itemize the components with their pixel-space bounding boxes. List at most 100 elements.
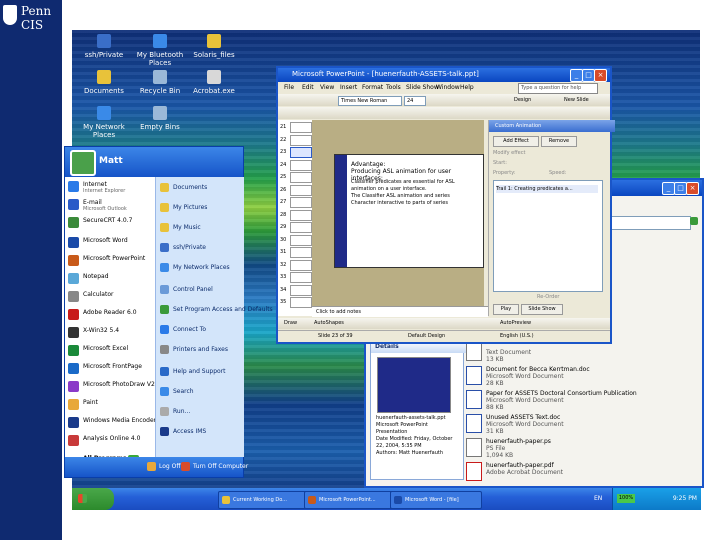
slide-thumbnail[interactable] <box>290 234 312 246</box>
slide-thumbnail[interactable] <box>290 297 312 308</box>
start-menu-place-item[interactable]: Control Panel <box>160 285 213 294</box>
word-icon <box>394 496 402 504</box>
program-icon <box>68 217 79 228</box>
desktop-icon[interactable]: Documents <box>74 70 134 95</box>
slide-thumbnail[interactable] <box>290 284 312 296</box>
file-item[interactable]: Text Document 13 KB <box>466 342 686 364</box>
desktop-icon[interactable]: Acrobat.exe <box>184 70 244 95</box>
close-button[interactable]: × <box>594 69 607 82</box>
file-item[interactable]: Document for Becca Kerrtman.doc Microsoft… <box>466 366 686 388</box>
program-icon <box>68 363 79 374</box>
clock[interactable]: 9:25 PM <box>673 495 697 502</box>
draw-menu[interactable]: Draw <box>284 318 297 329</box>
animation-list[interactable]: Trail 1: Creating predicates a... <box>493 180 603 292</box>
start-menu-place-item[interactable]: Set Program Access and Defaults <box>160 305 273 314</box>
font-name-select[interactable]: Times New Roman <box>338 96 402 106</box>
play-button[interactable]: Play <box>493 304 519 315</box>
slide-thumbnail[interactable] <box>290 184 312 196</box>
start-menu-place-item[interactable]: ssh/Private <box>160 243 206 252</box>
close-button[interactable]: × <box>686 182 699 195</box>
start-button[interactable]: start <box>72 488 114 526</box>
slide-thumbnail[interactable] <box>290 159 312 171</box>
remove-button[interactable]: Remove <box>541 136 577 147</box>
slide-thumbnail[interactable] <box>290 172 312 183</box>
powerpoint-window[interactable]: Microsoft PowerPoint - [huenerfauth-ASSE… <box>276 66 615 344</box>
slides-pane[interactable]: 21 22 23 24 25 26 27 28 29 30 31 32 33 34 35 <box>278 120 313 316</box>
place-label: Connect To <box>173 326 207 333</box>
log-off-button[interactable]: Log Off <box>147 462 180 471</box>
taskbar-task[interactable]: Microsoft Word - [file] <box>390 491 482 509</box>
font-size-select[interactable]: 24 <box>404 96 426 106</box>
word-document-icon <box>466 390 482 409</box>
file-item[interactable]: huenerfauth-paper.pdf Adobe Acrobat Docum… <box>466 462 686 484</box>
new-slide-button[interactable]: New Slide <box>564 96 589 104</box>
slide-thumbnail[interactable] <box>290 209 312 221</box>
start-menu-place-item[interactable]: My Pictures <box>160 203 207 212</box>
taskbar-task[interactable]: Microsoft PowerPoint... <box>304 491 396 509</box>
slide-thumbnail[interactable] <box>290 247 312 258</box>
start-menu-place-item[interactable]: Documents <box>160 183 207 192</box>
language-indicator[interactable]: EN <box>594 495 602 502</box>
slide-body[interactable]: Classifier predicates are essential for … <box>351 179 479 207</box>
start-menu-place-item[interactable]: Run... <box>160 407 190 416</box>
start-menu-place-item[interactable]: My Network Places <box>160 263 230 272</box>
menu-view[interactable]: View <box>320 82 334 93</box>
slide-thumbnail[interactable] <box>290 122 312 133</box>
slide-thumbnail[interactable] <box>290 259 312 271</box>
start-menu-place-item[interactable]: Help and Support <box>160 367 226 376</box>
place-label: Run... <box>173 408 191 415</box>
user-avatar[interactable] <box>70 150 96 176</box>
slide-thumbnail[interactable] <box>290 272 312 283</box>
current-slide[interactable]: Advantage: Producing ASL animation for u… <box>334 154 484 268</box>
turn-off-button[interactable]: Turn Off Computer <box>181 462 248 471</box>
desktop-icon[interactable]: Solaris_files <box>184 34 244 59</box>
file-item[interactable]: huenerfauth-paper.ps PS File 1,094 KB <box>466 438 686 460</box>
speed-label: Speed: <box>549 170 567 176</box>
menu-file[interactable]: File <box>284 82 294 93</box>
start-menu-place-item[interactable]: Printers and Faxes <box>160 345 228 354</box>
menu-slide-show[interactable]: Slide Show <box>406 82 439 93</box>
taskbar-task[interactable]: Current Working Do... <box>218 491 310 509</box>
powerpoint-titlebar[interactable]: Microsoft PowerPoint - [huenerfauth-ASSE… <box>278 68 610 82</box>
menu-edit[interactable]: Edit <box>302 82 314 93</box>
slide-show-button[interactable]: Slide Show <box>521 304 563 315</box>
desktop-icon-label: Acrobat.exe <box>193 87 235 95</box>
slide-thumbnail[interactable] <box>290 222 312 233</box>
desktop-icon[interactable]: Recycle Bin <box>130 70 190 95</box>
autoshapes-menu[interactable]: AutoShapes <box>314 318 344 329</box>
desktop-icon[interactable]: ssh/Private <box>74 34 134 59</box>
start-menu-place-item[interactable]: My Music <box>160 223 201 232</box>
slide-thumbnail[interactable] <box>290 147 312 158</box>
help-search-input[interactable]: Type a question for help <box>518 83 598 94</box>
slide-editing-area[interactable]: Advantage: Producing ASL animation for u… <box>312 120 484 306</box>
autopreview-checkbox[interactable]: AutoPreview <box>500 318 531 329</box>
battery-indicator[interactable]: 100% <box>617 494 635 503</box>
file-size: 1,094 KB <box>486 452 514 459</box>
desktop-icon[interactable]: My Network Places <box>74 106 134 139</box>
folder-icon <box>207 34 221 48</box>
start-menu-place-item[interactable]: Access IMS <box>160 427 206 436</box>
menu-window[interactable]: Window <box>436 82 460 93</box>
menu-insert[interactable]: Insert <box>340 82 357 93</box>
file-item[interactable]: Paper for ASSETS Doctoral Consortium Pub… <box>466 390 686 412</box>
slide-thumbnail[interactable] <box>290 197 312 208</box>
file-item[interactable]: Unused ASSETS Text.doc Microsoft Word Doc… <box>466 414 686 436</box>
animation-item[interactable]: Trail 1: Creating predicates a... <box>496 185 598 193</box>
program-label: SecureCRT 4.0.7 <box>83 217 133 224</box>
start-menu-place-item[interactable]: Connect To <box>160 325 206 334</box>
desktop-icon[interactable]: My Bluetooth Places <box>130 34 190 67</box>
details-authors: Authors: Matt Huenerfauth <box>376 450 444 456</box>
place-icon <box>160 367 169 376</box>
notes-pane[interactable]: Click to add notes <box>312 306 488 317</box>
menu-help[interactable]: Help <box>460 82 474 93</box>
start-menu-place-item[interactable]: Search <box>160 387 194 396</box>
add-effect-button[interactable]: Add Effect <box>493 136 539 147</box>
reorder-label[interactable]: Re-Order <box>537 294 559 300</box>
menu-format[interactable]: Format <box>362 82 383 93</box>
menu-tools[interactable]: Tools <box>386 82 401 93</box>
slide-thumbnail[interactable] <box>290 134 312 146</box>
design-button[interactable]: Design <box>514 96 531 104</box>
go-icon[interactable] <box>690 217 698 225</box>
slide-number: 34 <box>280 286 287 293</box>
desktop-icon[interactable]: Empty Bins <box>130 106 190 131</box>
